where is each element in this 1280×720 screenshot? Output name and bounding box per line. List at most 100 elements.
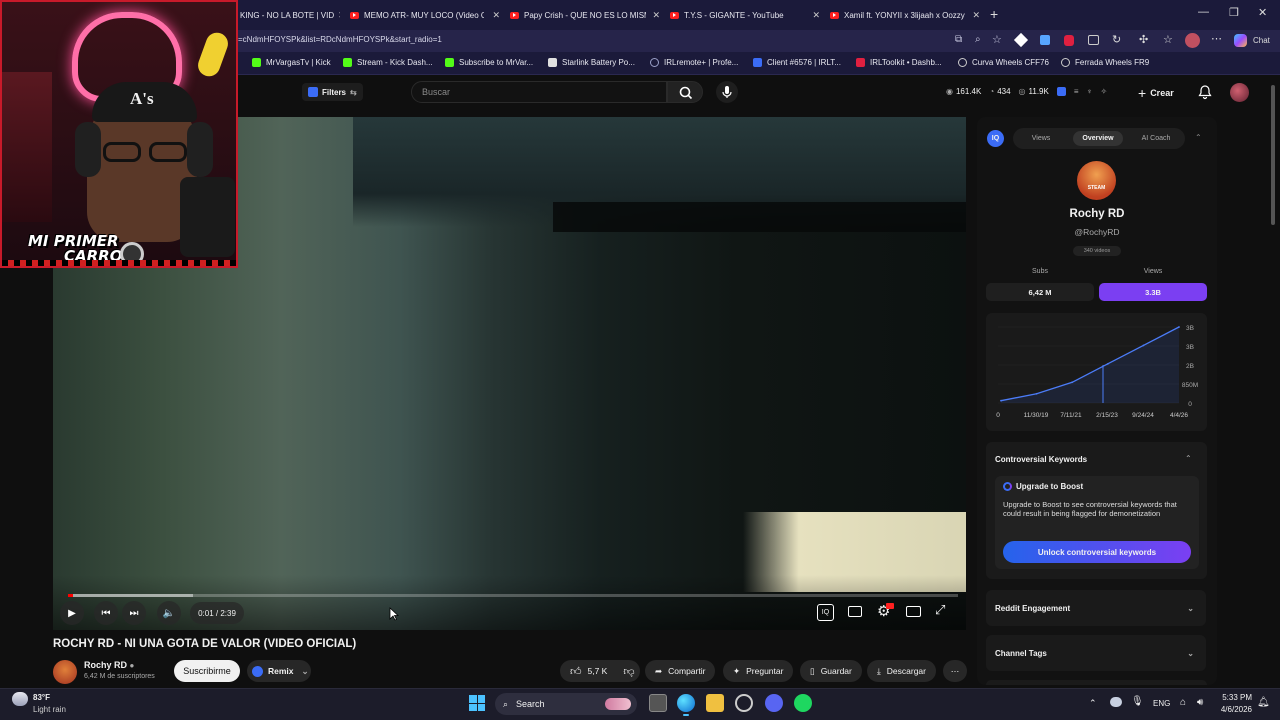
iq-player-button[interactable]: IQ <box>817 604 834 621</box>
close-window-icon[interactable]: ✕ <box>1258 6 1267 19</box>
views-toggle[interactable]: 3.3B <box>1099 283 1207 301</box>
extension-icon[interactable] <box>1040 35 1050 45</box>
extension-icon[interactable] <box>1064 35 1074 46</box>
subs-toggle[interactable]: 6,42 M <box>986 283 1094 301</box>
close-icon[interactable]: ✕ <box>968 10 980 21</box>
browser-tab[interactable]: Papy Crish - QUE NO ES LO MISM ✕ <box>510 4 660 26</box>
weather-rain-icon[interactable] <box>12 692 28 706</box>
onedrive-icon[interactable] <box>1110 697 1122 707</box>
clock-date[interactable]: 4/6/2026 <box>1212 705 1252 714</box>
theater-mode-button[interactable] <box>906 606 921 617</box>
thumbs-up-icon[interactable]: 👍︎ <box>570 665 582 678</box>
browser-tab[interactable]: KING - NO LA BOTE | VID✕ <box>240 4 340 26</box>
search-input[interactable]: Buscar <box>411 81 667 103</box>
refresh-extension-icon[interactable]: ↻ <box>1112 33 1121 46</box>
bookmark-item[interactable]: IRLremote+ | Profe... <box>650 58 738 67</box>
channel-name-row[interactable]: Rochy RD ● <box>84 660 134 670</box>
save-button[interactable]: ▯ Guardar <box>800 660 862 682</box>
tab-ai-coach[interactable]: AI Coach <box>1131 131 1181 146</box>
magic-icon[interactable]: ✧ <box>1101 87 1108 96</box>
fullscreen-button[interactable]: ⤢ <box>935 602 945 618</box>
ask-button[interactable]: ✦ Preguntar <box>723 660 794 682</box>
bookmark-item[interactable]: MrVargasTv | Kick <box>252 58 331 67</box>
like-count[interactable]: 5,7 K <box>588 666 608 676</box>
progress-bar[interactable] <box>68 594 958 597</box>
bookmark-item[interactable]: Stream - Kick Dash... <box>343 58 433 67</box>
share-button[interactable]: ➦ Compartir <box>645 660 716 682</box>
channel-name[interactable]: Rochy RD <box>84 660 127 670</box>
channel-avatar[interactable] <box>53 660 77 684</box>
previous-button[interactable]: ⏮ <box>94 601 118 625</box>
chevron-up-icon[interactable]: ⌃ <box>1195 133 1202 142</box>
tab-views[interactable]: Views <box>1017 131 1065 146</box>
channel-tags-row[interactable]: Channel Tags ⌄ <box>986 635 1206 671</box>
notifications-button[interactable] <box>1197 84 1213 105</box>
weather-temp[interactable]: 83°F <box>33 693 50 702</box>
subtitles-button[interactable] <box>848 606 862 617</box>
task-view-icon[interactable] <box>649 694 667 712</box>
thumbs-down-icon[interactable]: 👎︎ <box>623 665 634 678</box>
taskbar-search[interactable]: ⌕ Search <box>495 693 637 715</box>
url-field[interactable]: =cNdmHFOYSPk&list=RDcNdmHFOYSPk&start_ra… <box>238 35 442 44</box>
microphone-icon[interactable]: 🎙︎ <box>1131 696 1144 707</box>
extensions-puzzle-icon[interactable]: ✣ <box>1139 33 1148 46</box>
new-tab-icon[interactable]: + <box>990 6 998 22</box>
weather-desc[interactable]: Light rain <box>33 705 66 714</box>
bookmark-item[interactable]: Starlink Battery Po... <box>548 58 635 67</box>
language-indicator[interactable]: ENG <box>1153 699 1170 708</box>
windows-start-icon[interactable] <box>469 695 485 711</box>
play-button[interactable]: ▶ <box>60 601 84 625</box>
voice-search-button[interactable] <box>716 81 738 103</box>
subscribe-button[interactable]: Suscribirme <box>174 660 240 682</box>
page-scrollbar[interactable] <box>1271 85 1275 225</box>
obs-icon[interactable] <box>735 694 753 712</box>
file-explorer-icon[interactable] <box>706 694 724 712</box>
clock-time[interactable]: 5:33 PM <box>1218 693 1252 702</box>
next-button[interactable]: ⏭ <box>122 601 146 625</box>
create-button[interactable]: + Crear <box>1138 85 1174 101</box>
close-icon[interactable]: ✕ <box>488 10 500 21</box>
bookmark-item[interactable]: Curva Wheels CFF76 <box>958 58 1049 67</box>
install-app-icon[interactable]: ⧉ <box>955 34 962 45</box>
bookmark-item[interactable]: Ferrada Wheels FR9 <box>1061 58 1149 67</box>
maximize-icon[interactable]: ❐ <box>1229 6 1239 19</box>
bookmark-item[interactable]: Client #6576 | IRLT... <box>753 58 841 67</box>
notification-center-icon[interactable]: 🔔︎ <box>1257 697 1270 708</box>
spotify-icon[interactable] <box>794 694 812 712</box>
unlock-keywords-button[interactable]: Unlock controversial keywords <box>1003 541 1191 563</box>
list-icon[interactable]: ≡ <box>1074 87 1079 96</box>
edge-browser-icon[interactable] <box>677 694 695 712</box>
filters-button[interactable]: Filters ⇆ <box>302 83 363 101</box>
extension-icon[interactable] <box>1088 35 1099 45</box>
chat-label[interactable]: Chat <box>1253 36 1270 45</box>
favorites-icon[interactable]: ☆ <box>1163 33 1173 46</box>
chevron-up-icon[interactable]: ⌃ <box>1185 454 1192 463</box>
settings-button[interactable]: ⚙ <box>877 602 894 620</box>
browser-tab[interactable]: MEMO ATR- MUY LOCO (Video O ✕ <box>350 4 500 26</box>
browser-tab-active[interactable]: Xamil ft. YONYII x 3lijaah x Oozzy ✕ <box>830 4 980 26</box>
browser-tab[interactable]: T.Y.S - GIGANTE - YouTube ✕ <box>670 4 820 26</box>
close-icon[interactable]: ✕ <box>808 10 820 21</box>
search-button[interactable] <box>667 81 703 103</box>
more-actions-button[interactable]: ⋯ <box>943 660 967 682</box>
zoom-icon[interactable]: ⌕ <box>975 34 981 45</box>
extension-icon[interactable] <box>1013 32 1029 48</box>
remix-button[interactable]: Remix ⌄ <box>247 660 311 682</box>
favorite-star-icon[interactable]: ☆ <box>992 33 1002 46</box>
minimize-icon[interactable]: — <box>1198 6 1209 18</box>
chevron-up-icon[interactable]: ⌃ <box>1089 698 1097 709</box>
volume-button[interactable]: 🔈 <box>157 601 181 625</box>
close-icon[interactable]: ✕ <box>334 10 340 21</box>
bookmark-item[interactable]: IRLToolkit • Dashb... <box>856 58 942 67</box>
download-button[interactable]: ⤓ Descargar <box>867 660 936 682</box>
tab-overview[interactable]: Overview <box>1073 131 1123 146</box>
reddit-engagement-row[interactable]: Reddit Engagement ⌄ <box>986 590 1206 626</box>
tool-icon[interactable]: ♆ <box>1087 87 1093 96</box>
network-icon[interactable]: ⌂ <box>1180 697 1186 708</box>
profile-avatar[interactable] <box>1185 33 1200 48</box>
volume-icon[interactable]: 🔊︎ <box>1197 697 1203 708</box>
more-menu-icon[interactable]: ⋯ <box>1211 32 1222 45</box>
copilot-icon[interactable] <box>1234 34 1247 47</box>
discord-icon[interactable] <box>765 694 783 712</box>
close-icon[interactable]: ✕ <box>648 10 660 21</box>
